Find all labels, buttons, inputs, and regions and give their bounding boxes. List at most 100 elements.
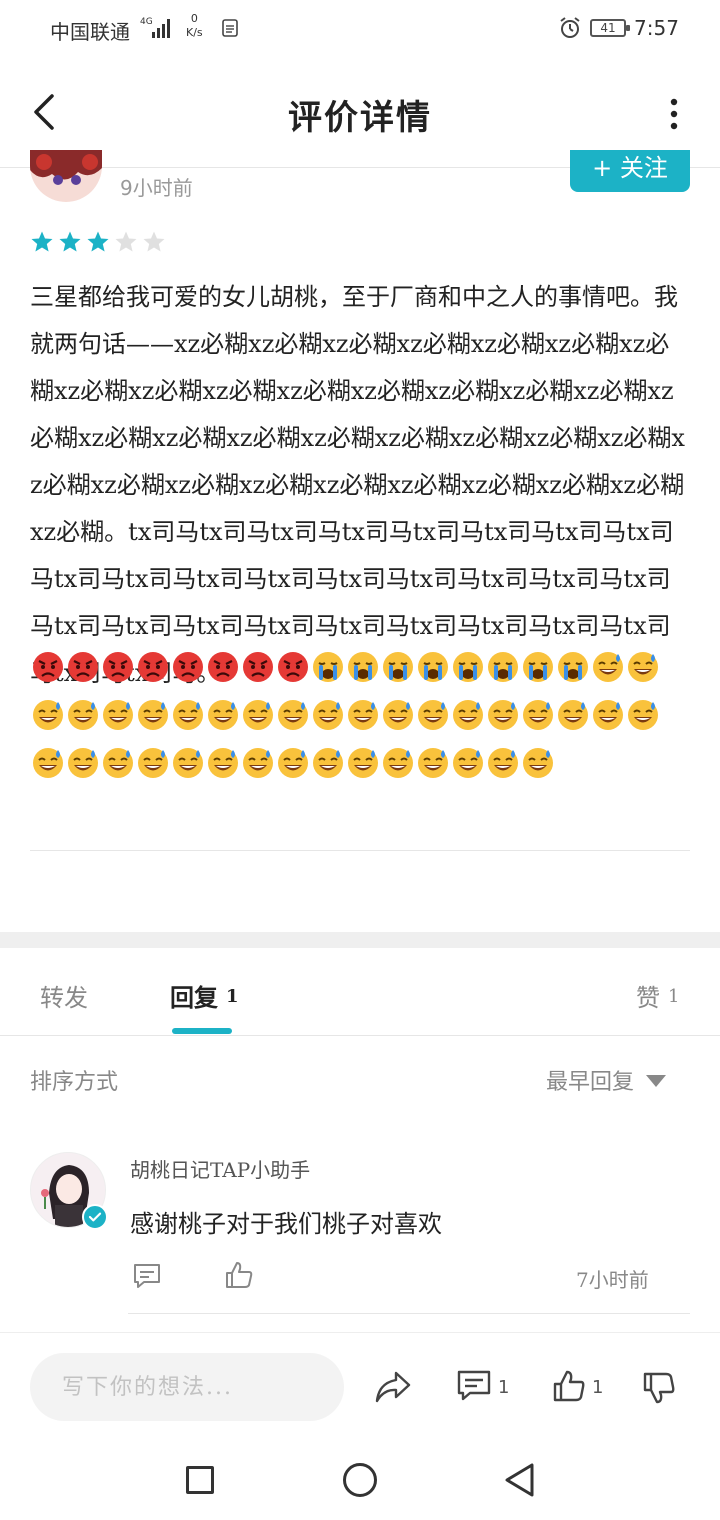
share-icon[interactable] — [374, 1369, 412, 1405]
star-filled-icon — [59, 231, 81, 252]
like-count: 1 — [592, 1377, 604, 1398]
sweat-smile-emoji-icon — [240, 698, 275, 732]
crying-emoji-icon — [485, 650, 520, 684]
tab-like-count: 1 — [668, 986, 680, 1007]
active-tab-indicator — [172, 1028, 232, 1034]
tab-reply[interactable]: 回复 1 — [170, 978, 239, 1013]
angry-emoji-icon — [65, 650, 100, 684]
sweat-smile-emoji-icon — [100, 746, 135, 780]
sweat-smile-emoji-icon — [485, 698, 520, 732]
sort-selected-value: 最早回复 — [546, 1070, 635, 1095]
review-time: 9小时前 — [120, 176, 193, 200]
reviewer-avatar[interactable] — [30, 150, 102, 202]
angry-emoji-icon — [275, 650, 310, 684]
tab-reply-count: 1 — [226, 986, 239, 1007]
home-icon[interactable] — [343, 1463, 377, 1497]
angry-emoji-icon — [100, 650, 135, 684]
sweat-smile-emoji-icon — [520, 746, 555, 780]
tab-reply-label: 回复 — [170, 983, 218, 1012]
sort-label: 排序方式 — [30, 1070, 119, 1095]
sweat-smile-emoji-icon — [345, 698, 380, 732]
sweat-smile-emoji-icon — [310, 698, 345, 732]
reply-comment-icon[interactable] — [132, 1262, 162, 1290]
rating-stars — [30, 230, 166, 258]
crying-emoji-icon — [310, 650, 345, 684]
sweat-smile-emoji-icon — [205, 746, 240, 780]
more-vertical-icon[interactable] — [668, 96, 680, 132]
document-icon — [222, 19, 238, 37]
divider — [128, 1313, 690, 1314]
sweat-smile-emoji-icon — [415, 746, 450, 780]
caret-down-icon — [646, 1075, 667, 1087]
follow-button-label: + 关注 — [592, 154, 668, 182]
sweat-smile-emoji-icon — [450, 746, 485, 780]
sweat-smile-emoji-icon — [65, 746, 100, 780]
comment-input[interactable] — [30, 1353, 344, 1421]
sweat-smile-emoji-icon — [100, 698, 135, 732]
sort-dropdown[interactable]: 最早回复 — [546, 1064, 667, 1096]
sweat-smile-emoji-icon — [345, 746, 380, 780]
reply-text: 感谢桃子对于我们桃子对喜欢 — [130, 1210, 442, 1238]
clock: 7:57 — [634, 16, 679, 40]
bottom-action-bar: 1 1 — [0, 1332, 720, 1432]
sweat-smile-emoji-icon — [520, 698, 555, 732]
sweat-smile-emoji-icon — [380, 698, 415, 732]
comment-icon[interactable] — [456, 1369, 492, 1403]
sweat-smile-emoji-icon — [625, 698, 660, 732]
network-type-label: 4G — [140, 17, 153, 27]
nav-back-icon[interactable] — [504, 1462, 536, 1498]
sweat-smile-emoji-icon — [135, 746, 170, 780]
sweat-smile-emoji-icon — [275, 746, 310, 780]
star-filled-icon — [87, 231, 109, 252]
angry-emoji-icon — [135, 650, 170, 684]
tab-forward[interactable]: 转发 — [40, 978, 88, 1013]
sweat-smile-emoji-icon — [625, 650, 660, 684]
follow-button[interactable]: + 关注 — [570, 150, 690, 192]
sweat-smile-emoji-icon — [590, 698, 625, 732]
crying-emoji-icon — [520, 650, 555, 684]
page-title: 评价详情 — [288, 98, 432, 138]
star-empty-icon — [115, 231, 137, 252]
sweat-smile-emoji-icon — [30, 698, 65, 732]
tab-like[interactable]: 赞1 — [636, 978, 679, 1013]
recent-apps-icon[interactable] — [186, 1466, 214, 1494]
battery-icon: 41 — [590, 19, 630, 37]
sweat-smile-emoji-icon — [555, 698, 590, 732]
sweat-smile-emoji-icon — [65, 698, 100, 732]
network-speed-unit: K/s — [186, 26, 203, 39]
sweat-smile-emoji-icon — [135, 698, 170, 732]
sweat-smile-emoji-icon — [240, 746, 275, 780]
angry-emoji-icon — [30, 650, 65, 684]
sweat-smile-emoji-icon — [30, 746, 65, 780]
sweat-smile-emoji-icon — [275, 698, 310, 732]
angry-emoji-icon — [205, 650, 240, 684]
carrier-label: 中国联通 — [50, 20, 130, 44]
network-speed: 0 K/s — [186, 12, 203, 40]
reply-author-name[interactable]: 胡桃日记TAP小助手 — [130, 1154, 310, 1183]
crying-emoji-icon — [415, 650, 450, 684]
reply-thumbs-up-icon[interactable] — [224, 1260, 254, 1290]
divider — [30, 850, 690, 851]
thumbs-down-icon[interactable] — [642, 1371, 676, 1405]
sweat-smile-emoji-icon — [380, 746, 415, 780]
emoji-block — [30, 650, 690, 780]
section-separator — [0, 932, 720, 948]
crying-emoji-icon — [345, 650, 380, 684]
thumbs-up-icon[interactable] — [552, 1369, 586, 1403]
alarm-icon — [560, 17, 580, 38]
sweat-smile-emoji-icon — [310, 746, 345, 780]
tab-bar: 转发 回复 1 赞1 — [0, 948, 720, 1036]
sweat-smile-emoji-icon — [170, 698, 205, 732]
tab-forward-label: 转发 — [40, 984, 88, 1012]
crying-emoji-icon — [555, 650, 590, 684]
crying-emoji-icon — [380, 650, 415, 684]
sweat-smile-emoji-icon — [450, 698, 485, 732]
status-bar: 中国联通 4G 0 K/s 41 7:57 — [0, 0, 720, 60]
verified-badge-icon — [82, 1204, 108, 1230]
sweat-smile-emoji-icon — [485, 746, 520, 780]
crying-emoji-icon — [450, 650, 485, 684]
sweat-smile-emoji-icon — [205, 698, 240, 732]
reply-time: 7小时前 — [576, 1268, 649, 1292]
sweat-smile-emoji-icon — [170, 746, 205, 780]
review-text: 三星都给我可爱的女儿胡桃，至于厂商和中之人的事情吧。我就两句话——xz必糊xz必… — [30, 283, 685, 687]
